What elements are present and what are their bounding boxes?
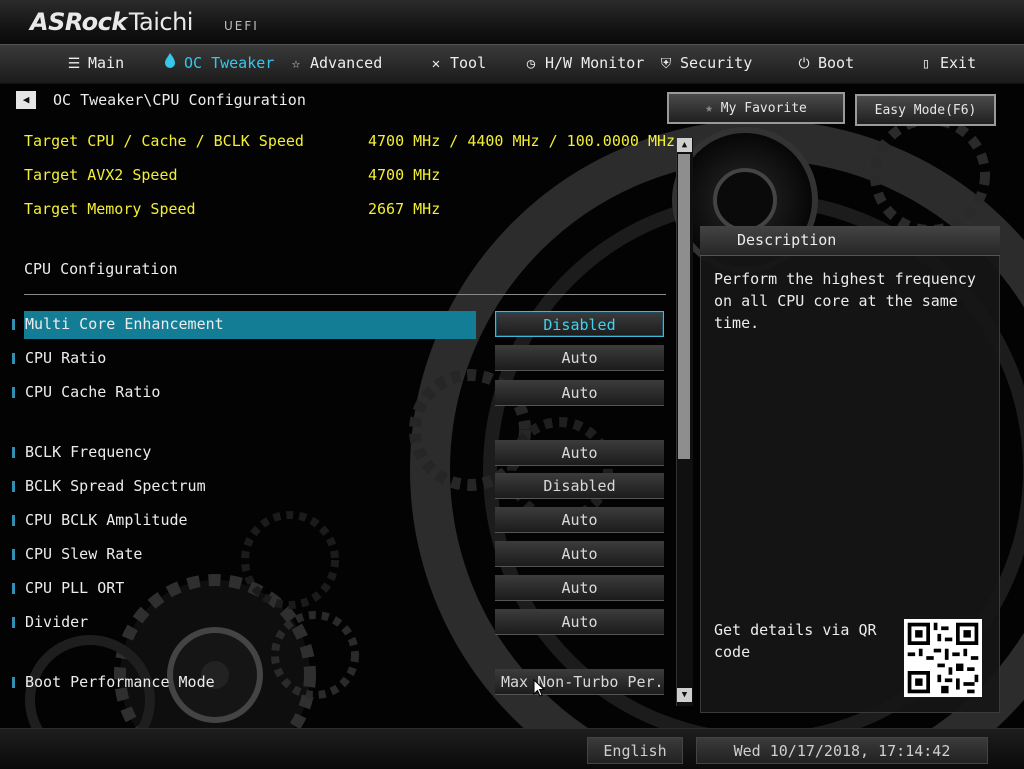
setting-value-bclk-spread-spectrum[interactable]: Disabled — [495, 473, 664, 499]
tab-security[interactable]: ⛨ Security — [658, 45, 753, 83]
row-bullet — [12, 549, 15, 560]
asrock-logo: ASRockTaichi — [30, 8, 193, 36]
setting-value-cpu-slew-rate[interactable]: Auto — [495, 541, 664, 567]
power-icon: ⏻ — [798, 56, 810, 72]
tab-exit[interactable]: ▯ Exit — [918, 45, 976, 83]
setting-label-bclk-frequency[interactable]: BCLK Frequency — [25, 443, 151, 461]
row-bullet — [12, 447, 15, 458]
description-title: Description — [737, 231, 837, 249]
tab-hw-monitor[interactable]: ◷ H/W Monitor — [523, 45, 645, 83]
target-cpu-label: Target CPU / Cache / BCLK Speed — [24, 132, 304, 150]
tab-tool[interactable]: ✕ Tool — [428, 45, 486, 83]
row-bullet — [12, 677, 15, 688]
setting-label-bclk-spread-spectrum[interactable]: BCLK Spread Spectrum — [25, 477, 206, 495]
scrollbar-thumb[interactable] — [678, 154, 690, 459]
datetime-display: Wed 10/17/2018, 17:14:42 — [696, 737, 988, 764]
row-bullet — [12, 583, 15, 594]
mouse-cursor-icon — [533, 679, 545, 697]
my-favorite-button[interactable]: ★ My Favorite — [667, 92, 845, 124]
uefi-label: UEFI — [224, 19, 259, 33]
star-icon: ★ — [705, 101, 713, 116]
qr-code-icon — [904, 619, 982, 697]
scroll-down-arrow-icon[interactable]: ▼ — [677, 688, 692, 702]
target-avx2-value: 4700 MHz — [368, 166, 441, 184]
star-icon: ☆ — [291, 56, 301, 72]
setting-label-cpu-bclk-amplitude[interactable]: CPU BCLK Amplitude — [25, 511, 188, 529]
setting-label-multi-core-enhancement[interactable]: Multi Core Enhancement — [25, 315, 224, 333]
setting-label-cpu-slew-rate[interactable]: CPU Slew Rate — [25, 545, 142, 563]
section-title: CPU Configuration — [24, 260, 178, 278]
breadcrumb: OC Tweaker\CPU Configuration — [53, 91, 306, 109]
shield-icon: ⛨ — [660, 56, 672, 72]
row-bullet — [12, 617, 15, 628]
language-button[interactable]: English — [587, 737, 683, 764]
tab-oc-tweaker[interactable]: OC Tweaker — [162, 45, 274, 83]
setting-value-divider[interactable]: Auto — [495, 609, 664, 635]
row-bullet — [12, 387, 15, 398]
tab-main[interactable]: ☰ Main — [66, 45, 124, 83]
tools-icon: ✕ — [431, 56, 441, 72]
setting-value-cpu-pll-ort[interactable]: Auto — [495, 575, 664, 601]
section-divider — [24, 294, 666, 295]
setting-value-bclk-frequency[interactable]: Auto — [495, 440, 664, 466]
flame-icon — [162, 46, 178, 83]
tab-boot[interactable]: ⏻ Boot — [796, 45, 854, 83]
setting-label-cpu-pll-ort[interactable]: CPU PLL ORT — [25, 579, 124, 597]
setting-value-cpu-bclk-amplitude[interactable]: Auto — [495, 507, 664, 533]
target-memory-label: Target Memory Speed — [24, 200, 196, 218]
target-memory-value: 2667 MHz — [368, 200, 441, 218]
setting-value-multi-core-enhancement[interactable]: Disabled — [495, 311, 664, 337]
scroll-up-arrow-icon[interactable]: ▲ — [677, 138, 692, 152]
main-nav: ☰ Main OC Tweaker ☆ Advanced ✕ Tool ◷ H/W Mo… — [0, 44, 1024, 84]
description-text: Perform the highest frequency on all CPU… — [714, 270, 976, 332]
target-cpu-value: 4700 MHz / 4400 MHz / 100.0000 MHz — [368, 132, 676, 150]
row-bullet — [12, 353, 15, 364]
row-bullet — [12, 319, 15, 330]
setting-label-cpu-cache-ratio[interactable]: CPU Cache Ratio — [25, 383, 160, 401]
qr-details-text: Get details via QR code — [714, 621, 877, 661]
setting-value-cpu-cache-ratio[interactable]: Auto — [495, 380, 664, 406]
row-bullet — [12, 481, 15, 492]
setting-label-divider[interactable]: Divider — [25, 613, 88, 631]
back-arrow-icon: ◀ — [22, 93, 30, 106]
target-avx2-label: Target AVX2 Speed — [24, 166, 178, 184]
setting-label-boot-performance-mode[interactable]: Boot Performance Mode — [25, 673, 215, 691]
setting-label-cpu-ratio[interactable]: CPU Ratio — [25, 349, 106, 367]
setting-value-boot-performance-mode[interactable]: Max Non-Turbo Per... — [495, 669, 664, 695]
setting-value-cpu-ratio[interactable]: Auto — [495, 345, 664, 371]
tab-advanced[interactable]: ☆ Advanced — [288, 45, 382, 83]
list-icon: ☰ — [67, 56, 81, 72]
row-bullet — [12, 515, 15, 526]
easy-mode-button[interactable]: Easy Mode(F6) — [855, 94, 996, 126]
back-button[interactable]: ◀ — [16, 91, 36, 109]
exit-icon: ▯ — [921, 56, 931, 72]
monitor-icon: ◷ — [526, 56, 536, 72]
